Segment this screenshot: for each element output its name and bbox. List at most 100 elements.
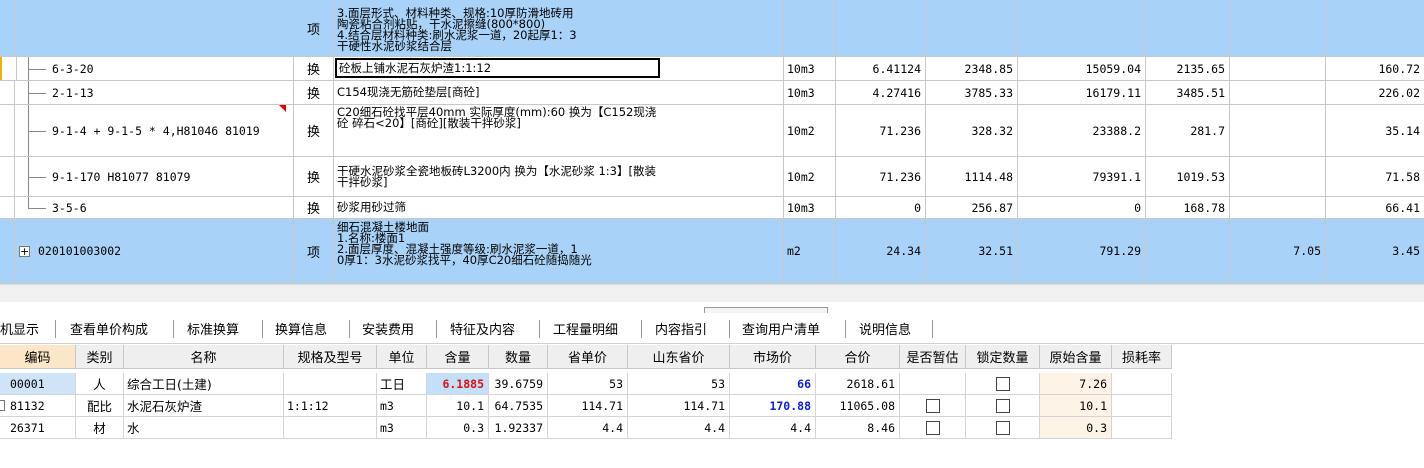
market-price-cell[interactable]: 4.4 <box>730 417 816 438</box>
name-cell[interactable]: 砂浆用砂过筛 <box>334 197 784 218</box>
name-cell[interactable]: 3.面层形式、材料种类、规格:10厚防滑地砖用 陶瓷粘合剂粘贴，干水泥擦缝(80… <box>334 0 784 56</box>
c5-cell: 7.05 <box>1230 219 1326 283</box>
table-row[interactable]: 81132 配比 水泥石灰炉渣 1:1:12 m3 10.1 64.7535 1… <box>0 395 1172 417</box>
c4-cell: 3485.51 <box>1146 81 1230 104</box>
code-cell: 6-3-20 <box>0 57 294 80</box>
price-cell: 256.87 <box>926 197 1018 218</box>
table-row[interactable]: 26371 材 水 m3 0.3 1.92337 4.4 4.4 4.4 8.4… <box>0 417 1172 439</box>
table-row[interactable]: 6-3-20 换 砼板上铺水泥石灰炉渣1:1:12 10m3 6.41124 2… <box>0 57 1424 81</box>
qty-cell: 71.236 <box>836 105 926 156</box>
lock-qty-checkbox[interactable] <box>995 420 1010 435</box>
header-qty[interactable]: 数量 <box>489 345 548 369</box>
tab-unit-price[interactable]: 查看单价构成 <box>70 314 148 343</box>
unit-cell: 工日 <box>377 373 427 394</box>
type-cell: 换 <box>294 105 334 156</box>
header-unit[interactable]: 单位 <box>377 345 427 369</box>
table-row-item[interactable]: + 020101003002 项 细石混凝土楼地面 1.名称:楼面1 2.面层厚… <box>0 219 1424 284</box>
header-name[interactable]: 名称 <box>124 345 284 369</box>
header-content[interactable]: 含量 <box>427 345 489 369</box>
code-cell: 020101003002 <box>0 219 294 283</box>
tab-features[interactable]: 特征及内容 <box>450 314 515 343</box>
prov-price-cell: 4.4 <box>548 417 628 438</box>
expand-plus-icon[interactable] <box>0 400 5 411</box>
table-row[interactable]: 3-5-6 换 砂浆用砂过筛 10m3 0 256.87 0 168.78 66… <box>0 197 1424 219</box>
header-loss-rate[interactable]: 损耗率 <box>1112 345 1172 369</box>
table-row[interactable]: 9-1-4 + 9-1-5 * 4,H81046 81019 换 C20细石砼找… <box>0 105 1424 157</box>
content-cell[interactable]: 6.1885 <box>427 373 489 394</box>
estimate-checkbox[interactable] <box>925 420 940 435</box>
panel-splitter-handle[interactable] <box>704 307 828 313</box>
header-sum[interactable]: 合价 <box>816 345 900 369</box>
table-row[interactable]: 9-1-170 H81077 81079 换 干硬水泥砂浆全瓷地板砖L3200内… <box>0 157 1424 197</box>
name-cell[interactable]: 干硬水泥砂浆全瓷地板砖L3200内 换为【水泥砂浆 1:3】[散装干拌砂浆] <box>334 157 784 196</box>
c6-cell: 160.72 <box>1378 61 1420 76</box>
horizontal-scrollbar[interactable] <box>0 284 1424 302</box>
c4-cell <box>1146 219 1230 283</box>
orig-content-cell: 10.1 <box>1040 395 1112 416</box>
tab-install-fee[interactable]: 安装费用 <box>362 314 414 343</box>
code-cell: 3-5-6 <box>0 197 294 218</box>
content-cell[interactable]: 10.1 <box>427 395 489 416</box>
tab-content-guide[interactable]: 内容指引 <box>655 314 707 343</box>
market-price-cell[interactable]: 66 <box>730 373 816 394</box>
sd-price-cell: 53 <box>628 373 730 394</box>
table-row-partial[interactable]: 项 3.面层形式、材料种类、规格:10厚防滑地砖用 陶瓷粘合剂粘贴，干水泥擦缝(… <box>0 0 1424 57</box>
tab-machine-display[interactable]: 机显示 <box>0 314 39 343</box>
qty-cell: 24.34 <box>836 219 926 283</box>
code-cell: 81132 <box>0 395 76 416</box>
header-spec[interactable]: 规格及型号 <box>284 345 377 369</box>
type-cell: 换 <box>294 81 334 104</box>
c4-cell: 2135.65 <box>1146 57 1230 80</box>
name-cell[interactable]: 细石混凝土楼地面 1.名称:楼面1 2.面层厚度、混凝土强度等级:刷水泥浆一道，… <box>334 219 784 283</box>
name-cell[interactable]: C20细石砼找平层40mm 实际厚度(mm):60 换为【C152现浇砼 碎石<… <box>334 105 784 156</box>
tab-description[interactable]: 说明信息 <box>859 314 911 343</box>
detail-tabs: 机显示 查看单价构成 标准换算 换算信息 安装费用 特征及内容 工程量明细 内容… <box>0 314 1424 344</box>
type-cell: 换 <box>294 197 334 218</box>
loss-rate-cell[interactable] <box>1112 395 1172 416</box>
table-row[interactable]: 00001 人 综合工日(土建) 工日 6.1885 39.6759 53 53… <box>0 373 1172 395</box>
orig-content-cell: 0.3 <box>1040 417 1112 438</box>
unit-cell: m2 <box>784 219 836 283</box>
name-edit-input[interactable]: 砼板上铺水泥石灰炉渣1:1:12 <box>335 58 660 78</box>
market-price-cell[interactable]: 170.88 <box>730 395 816 416</box>
lock-qty-checkbox[interactable] <box>995 398 1010 413</box>
name-cell: 水 <box>124 417 284 438</box>
sd-price-cell: 4.4 <box>628 417 730 438</box>
c6-cell: 226.02 <box>1378 85 1420 100</box>
total-cell: 16179.11 <box>1018 81 1146 104</box>
tab-standard-conversion[interactable]: 标准换算 <box>187 314 239 343</box>
c5-cell <box>1230 81 1326 104</box>
c5-cell <box>1230 57 1326 80</box>
header-lock-qty[interactable]: 锁定数量 <box>966 345 1040 369</box>
total-cell: 15059.04 <box>1018 57 1146 80</box>
c6-cell: 35.14 <box>1385 123 1420 138</box>
header-orig-content[interactable]: 原始含量 <box>1040 345 1112 369</box>
name-cell[interactable]: C154现浇无筋砼垫层[商砼] <box>334 81 784 104</box>
table-row[interactable]: 2-1-13 换 C154现浇无筋砼垫层[商砼] 10m3 4.27416 37… <box>0 81 1424 105</box>
loss-rate-cell[interactable] <box>1112 373 1172 394</box>
spec-cell: 1:1:12 <box>284 395 377 416</box>
header-estimate[interactable]: 是否暂估 <box>900 345 966 369</box>
header-market-price[interactable]: 市场价 <box>730 345 816 369</box>
tab-user-list[interactable]: 查询用户清单 <box>742 314 820 343</box>
header-category[interactable]: 类别 <box>76 345 124 369</box>
header-code[interactable]: 编码 <box>0 345 76 369</box>
name-cell[interactable]: 砼板上铺水泥石灰炉渣1:1:12 <box>334 57 784 80</box>
header-prov-price[interactable]: 省单价 <box>548 345 628 369</box>
qty-cell: 0 <box>836 197 926 218</box>
tab-conversion-info[interactable]: 换算信息 <box>275 314 327 343</box>
category-cell: 配比 <box>76 395 124 416</box>
lock-qty-checkbox[interactable] <box>995 376 1010 391</box>
price-cell: 1114.48 <box>926 157 1018 196</box>
header-sd-price[interactable]: 山东省价 <box>628 345 730 369</box>
tab-quantity-details[interactable]: 工程量明细 <box>553 314 618 343</box>
estimate-checkbox[interactable] <box>925 398 940 413</box>
lock-qty-cell <box>966 395 1040 416</box>
unit-cell: 10m2 <box>784 157 836 196</box>
unit-cell: 10m3 <box>784 57 836 80</box>
loss-rate-cell[interactable] <box>1112 417 1172 438</box>
content-cell[interactable]: 0.3 <box>427 417 489 438</box>
category-cell: 人 <box>76 373 124 394</box>
unit-cell: m3 <box>377 395 427 416</box>
c4-cell: 168.78 <box>1146 197 1230 218</box>
